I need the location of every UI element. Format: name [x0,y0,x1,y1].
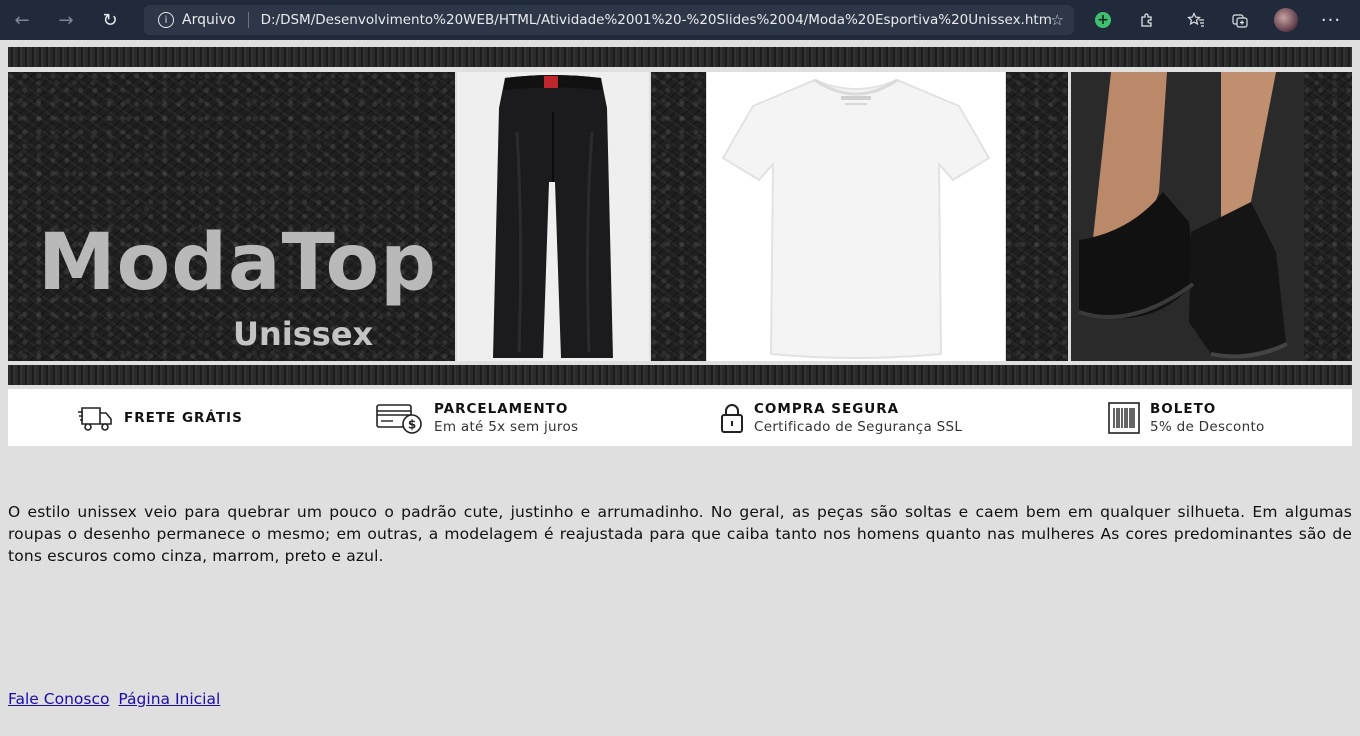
favorites-icon[interactable] [1178,0,1214,40]
avatar [1274,8,1298,32]
truck-icon [78,406,112,431]
leather-divider [1304,72,1352,361]
feature-title: PARCELAMENTO [434,400,569,417]
feature-title: FRETE GRÁTIS [124,409,243,426]
add-favorite-icon[interactable]: ☆ [1051,11,1064,29]
header-banner: ModaTop Unissex [8,72,1352,361]
profile-avatar[interactable] [1268,0,1304,40]
brand-logo: ModaTop [38,218,437,308]
features-strip: FRETE GRÁTIS $ PARCELAMENTO Em até 5x se… [8,389,1352,446]
decorative-mid-bar [8,365,1352,385]
feature-boleto: BOLETO 5% de Desconto [1108,389,1265,446]
url-text[interactable]: D:/DSM/Desenvolvimento%20WEB/HTML/Ativid… [261,12,1051,28]
logo-area: ModaTop Unissex [8,72,455,361]
svg-text:$: $ [408,417,416,431]
leather-divider [1006,72,1068,361]
refresh-icon[interactable]: ↻ [88,0,132,40]
address-bar[interactable]: i Arquivo D:/DSM/Desenvolvimento%20WEB/H… [144,5,1074,35]
footer-links: Fale Conosco Página Inicial [8,690,224,708]
contact-link[interactable]: Fale Conosco [8,690,109,708]
brand-subtitle: Unissex [233,315,374,353]
forward-arrow-icon[interactable]: → [44,0,88,40]
sneaker-image [1071,72,1304,361]
decorative-top-bar [8,47,1352,67]
feature-free-shipping: FRETE GRÁTIS [78,389,243,446]
more-menu-icon[interactable]: ··· [1313,0,1349,40]
feature-installments: $ PARCELAMENTO Em até 5x sem juros [376,389,578,446]
feature-subtitle: Em até 5x sem juros [434,418,579,435]
description-paragraph: O estilo unissex veio para quebrar um po… [8,503,1352,565]
extension-plus-button[interactable]: + [1085,0,1121,40]
feature-title: BOLETO [1150,400,1217,417]
info-icon[interactable]: i [158,12,174,28]
leather-divider [651,72,706,361]
pants-image [457,72,649,361]
tshirt-image [707,72,1005,361]
feature-title: COMPRA SEGURA [754,400,900,417]
back-arrow-icon[interactable]: ← [0,0,44,40]
lock-icon [721,403,743,433]
collections-icon[interactable] [1222,0,1258,40]
home-link[interactable]: Página Inicial [118,690,220,708]
card-payment-icon: $ [376,403,422,434]
scheme-label: Arquivo [182,12,236,28]
address-separator [247,12,249,28]
barcode-icon [1108,401,1140,434]
feature-secure-purchase: COMPRA SEGURA Certificado de Segurança S… [720,389,962,446]
plus-icon: + [1095,12,1111,28]
feature-subtitle: Certificado de Segurança SSL [754,418,963,435]
extensions-puzzle-icon[interactable] [1129,0,1165,40]
feature-subtitle: 5% de Desconto [1150,418,1265,435]
